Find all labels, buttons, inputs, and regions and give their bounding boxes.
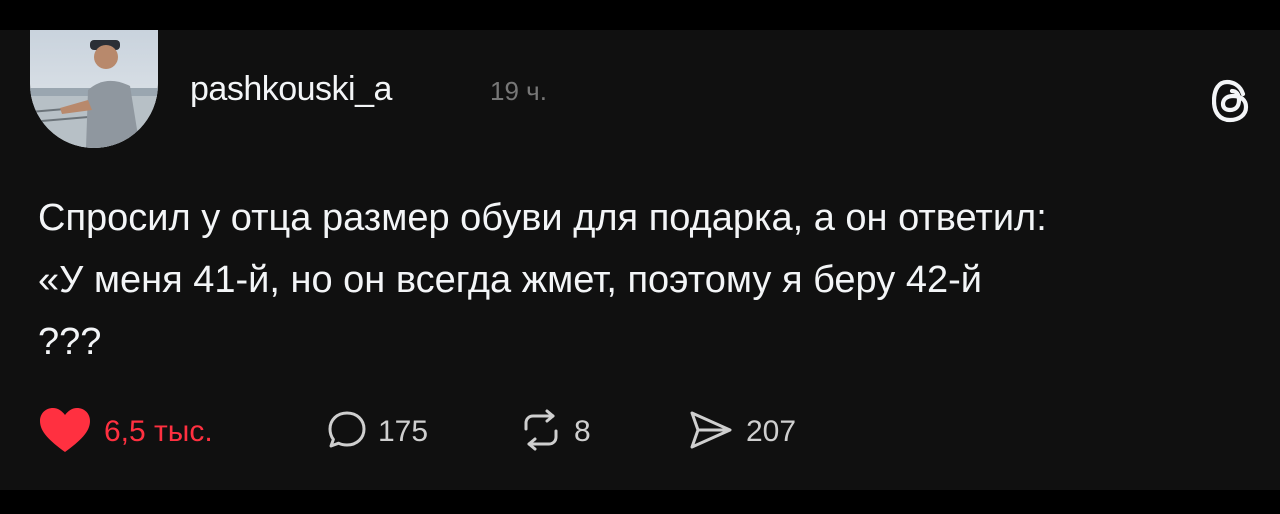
avatar[interactable]: [30, 30, 158, 148]
avatar-photo: [30, 30, 158, 148]
heart-icon: [38, 406, 92, 459]
repost-count: 8: [574, 415, 591, 448]
username[interactable]: pashkouski_a: [190, 70, 392, 109]
post-text-line: «У меня 41-й, но он всегда жмет, поэтому…: [38, 259, 982, 301]
speech-bubble-icon: [326, 409, 368, 456]
send-arrow-icon: [688, 409, 734, 456]
reply-button[interactable]: 175: [326, 402, 428, 462]
share-count: 207: [746, 415, 797, 448]
post-text-line: ???: [38, 321, 102, 363]
post-text-line: Спросил у отца размер обуви для подарка,…: [38, 197, 1047, 239]
repost-button[interactable]: 8: [518, 402, 591, 462]
reply-count: 175: [378, 415, 429, 448]
post-timestamp: 19 ч.: [490, 76, 547, 106]
threads-logo-icon: [1211, 79, 1252, 123]
share-button[interactable]: 207: [688, 402, 796, 462]
post-body: Спросил у отца размер обуви для подарка,…: [38, 187, 1268, 373]
repost-arrows-icon: [518, 409, 564, 456]
action-bar: 6,5 тыс. 175 8 207: [0, 402, 1280, 462]
like-button[interactable]: 6,5 тыс.: [38, 402, 213, 462]
threads-post: pashkouski_a 19 ч. Спросил у отца размер…: [0, 30, 1280, 490]
like-count: 6,5 тыс.: [104, 415, 213, 448]
